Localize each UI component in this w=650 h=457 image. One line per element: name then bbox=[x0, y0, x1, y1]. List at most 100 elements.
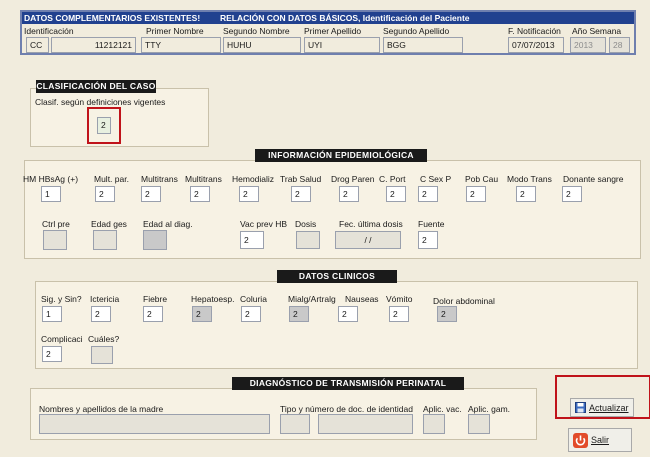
epi-field-multitrans-1[interactable]: 2 bbox=[141, 186, 161, 202]
epi-label-c-sex-p: C Sex P bbox=[420, 174, 452, 184]
perinatal-field-aplic-vac[interactable] bbox=[423, 414, 445, 434]
clin-label-ictericia: Ictericia bbox=[90, 294, 120, 304]
clin-label-nauseas: Nauseas bbox=[345, 294, 379, 304]
info-epi-title: INFORMACIÓN EPIDEMIOLÓGICA bbox=[255, 149, 427, 162]
epi-label-edad-diag: Edad al diag. bbox=[143, 219, 193, 229]
epi-label-edad-ges: Edad ges bbox=[91, 219, 127, 229]
clin-label-complicaci: Complicaci bbox=[41, 334, 83, 344]
clinicos-title: DATOS CLINICOS bbox=[277, 270, 397, 283]
perinatal-field-aplic-gam[interactable] bbox=[468, 414, 490, 434]
epi-field-vac-prev[interactable]: 2 bbox=[240, 231, 264, 249]
clin-label-cuales: Cuáles? bbox=[88, 334, 120, 344]
semana-field[interactable]: 28 bbox=[609, 37, 630, 53]
epi-field-drog-paren[interactable]: 2 bbox=[339, 186, 359, 202]
anio-field[interactable]: 2013 bbox=[570, 37, 606, 53]
perinatal-title: DIAGNÓSTICO DE TRANSMISIÓN PERINATAL bbox=[232, 377, 464, 390]
clin-label-sig-sin: Sig. y Sin? bbox=[41, 294, 82, 304]
epi-field-hm[interactable]: 1 bbox=[41, 186, 61, 202]
clin-field-mialg[interactable]: 2 bbox=[289, 306, 309, 322]
clin-field-nauseas[interactable]: 2 bbox=[338, 306, 358, 322]
clin-label-fiebre: Fiebre bbox=[143, 294, 168, 304]
epi-label-trab-salud: Trab Salud bbox=[280, 174, 322, 184]
epi-label-hm: HM HBsAg (+) bbox=[23, 174, 79, 184]
primer-apellido-field[interactable]: UYI bbox=[304, 37, 380, 53]
clin-field-fiebre[interactable]: 2 bbox=[143, 306, 163, 322]
clasificacion-title: CLASIFICACIÓN DEL CASO bbox=[36, 80, 156, 93]
epi-field-edad-diag[interactable] bbox=[143, 230, 167, 250]
epi-field-mult-par[interactable]: 2 bbox=[95, 186, 115, 202]
perinatal-label-aplic-vac: Aplic. vac. bbox=[423, 404, 462, 414]
label-primer-nombre: Primer Nombre bbox=[146, 26, 204, 36]
actualizar-label: Actualizar bbox=[589, 402, 629, 413]
clin-label-dolor-abdominal: Dolor abdominal bbox=[433, 296, 495, 306]
epi-label-drog-paren: Drog Paren bbox=[331, 174, 375, 184]
clasificacion-highlight bbox=[87, 107, 121, 144]
epi-field-hemodializ[interactable]: 2 bbox=[239, 186, 259, 202]
epi-label-vac-prev: Vac prev HB bbox=[240, 219, 288, 229]
epi-label-multitrans-2: Multitrans bbox=[185, 174, 222, 184]
f-notificacion-field[interactable]: 07/07/2013 bbox=[508, 37, 564, 53]
clin-field-cuales[interactable] bbox=[91, 346, 113, 364]
header-right-title: RELACIÓN CON DATOS BÁSICOS, Identificaci… bbox=[220, 13, 470, 23]
clasificacion-label: Clasif. según definiciones vigentes bbox=[35, 97, 166, 107]
salir-button[interactable]: Salir bbox=[568, 428, 632, 452]
salir-label: Salir bbox=[591, 435, 610, 445]
perinatal-label-aplic-gam: Aplic. gam. bbox=[468, 404, 511, 414]
epi-label-fec-ultima: Fec. última dosis bbox=[339, 219, 403, 229]
epi-field-fec-ultima[interactable]: / / bbox=[335, 231, 401, 249]
epi-label-c-port: C. Port bbox=[379, 174, 406, 184]
label-anio-semana: Año Semana bbox=[572, 26, 622, 36]
label-segundo-nombre: Segundo Nombre bbox=[223, 26, 290, 36]
label-identificacion: Identificación bbox=[24, 26, 74, 36]
header-left-title: DATOS COMPLEMENTARIOS EXISTENTES! bbox=[24, 13, 201, 23]
epi-label-ctrl-pre: Ctrl pre bbox=[42, 219, 70, 229]
epi-label-modo-trans: Modo Trans bbox=[507, 174, 552, 184]
epi-field-fuente[interactable]: 2 bbox=[418, 231, 438, 249]
epi-field-donante[interactable]: 2 bbox=[562, 186, 582, 202]
epi-field-modo-trans[interactable]: 2 bbox=[516, 186, 536, 202]
id-type-field[interactable]: CC bbox=[26, 37, 49, 53]
save-icon bbox=[575, 402, 586, 413]
epi-label-hemodializ: Hemodializ bbox=[232, 174, 275, 184]
epi-label-pob-cau: Pob Cau bbox=[465, 174, 499, 184]
epi-field-c-sex-p[interactable]: 2 bbox=[418, 186, 438, 202]
segundo-nombre-field[interactable]: HUHU bbox=[223, 37, 301, 53]
label-segundo-apellido: Segundo Apellido bbox=[383, 26, 450, 36]
clin-field-sig-sin[interactable]: 1 bbox=[42, 306, 62, 322]
primer-nombre-field[interactable]: TTY bbox=[141, 37, 221, 53]
clin-field-coluria[interactable]: 2 bbox=[241, 306, 261, 322]
segundo-apellido-field[interactable]: BGG bbox=[383, 37, 463, 53]
power-icon bbox=[573, 432, 588, 448]
clin-label-coluria: Coluria bbox=[240, 294, 267, 304]
clin-label-mialg: Mialg/Artralg bbox=[288, 294, 336, 304]
epi-field-edad-ges[interactable] bbox=[93, 230, 117, 250]
clin-field-dolor-abdominal[interactable]: 2 bbox=[437, 306, 457, 322]
perinatal-label-tipo-doc: Tipo y número de doc. de identidad bbox=[280, 404, 413, 414]
clin-label-hepatoesp: Hepatoesp. bbox=[191, 294, 235, 304]
clin-field-complicaci[interactable]: 2 bbox=[42, 346, 62, 362]
epi-field-trab-salud[interactable]: 2 bbox=[291, 186, 311, 202]
perinatal-label-madre: Nombres y apellidos de la madre bbox=[39, 404, 164, 414]
clin-label-vomito: Vómito bbox=[386, 294, 413, 304]
label-f-notificacion: F. Notificación bbox=[508, 26, 561, 36]
epi-field-ctrl-pre[interactable] bbox=[43, 230, 67, 250]
clin-field-ictericia[interactable]: 2 bbox=[91, 306, 111, 322]
epi-label-dosis: Dosis bbox=[295, 219, 317, 229]
epi-label-donante: Donante sangre bbox=[563, 174, 624, 184]
clinicos-panel bbox=[35, 281, 638, 369]
patient-header: DATOS COMPLEMENTARIOS EXISTENTES! RELACI… bbox=[20, 10, 636, 55]
perinatal-field-tipo-doc[interactable] bbox=[280, 414, 310, 434]
epi-field-pob-cau[interactable]: 2 bbox=[466, 186, 486, 202]
perinatal-field-madre[interactable] bbox=[39, 414, 270, 434]
id-number-field[interactable]: 11212121 bbox=[51, 37, 136, 53]
label-primer-apellido: Primer Apellido bbox=[304, 26, 362, 36]
perinatal-field-num-doc[interactable] bbox=[318, 414, 413, 434]
actualizar-button[interactable]: Actualizar bbox=[570, 398, 634, 417]
epi-field-c-port[interactable]: 2 bbox=[386, 186, 406, 202]
clin-field-hepatoesp[interactable]: 2 bbox=[192, 306, 212, 322]
header-bar: DATOS COMPLEMENTARIOS EXISTENTES! RELACI… bbox=[22, 12, 634, 24]
epi-field-multitrans-2[interactable]: 2 bbox=[190, 186, 210, 202]
epi-field-dosis[interactable] bbox=[296, 231, 320, 249]
clin-field-vomito[interactable]: 2 bbox=[389, 306, 409, 322]
epi-label-multitrans-1: Multitrans bbox=[141, 174, 178, 184]
